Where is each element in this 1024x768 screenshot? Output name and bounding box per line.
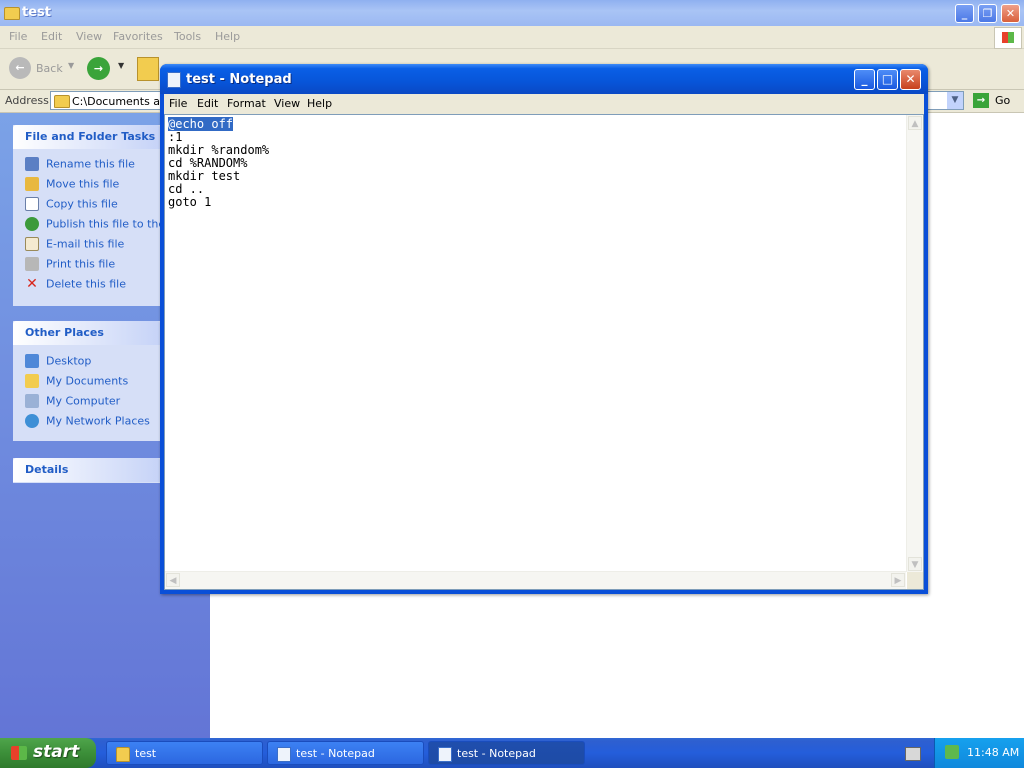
folder-icon [4,7,20,20]
print-icon [25,257,39,271]
notepad-menu-edit[interactable]: Edit [197,97,218,110]
notepad-maximize-button[interactable]: □ [877,69,898,90]
menu-view[interactable]: View [76,30,102,43]
taskbar-folder-icon [116,747,130,762]
rename-icon [25,157,39,171]
desktop-icon [25,354,39,368]
place-desktop[interactable]: Desktop [25,354,160,372]
menu-file[interactable]: File [9,30,27,43]
go-button[interactable]: Go [995,94,1010,107]
forward-arrow-icon[interactable]: → [87,57,110,80]
back-arrow-icon[interactable]: ← [9,57,31,79]
system-tray: 11:48 AM [934,738,1024,768]
remaining-text: :1 mkdir %random% cd %RANDOM% mkdir test… [168,130,270,209]
restore-button[interactable]: ❐ [978,4,997,23]
notepad-menu-file[interactable]: File [169,97,187,110]
forward-dropdown-icon[interactable]: ▼ [118,61,124,70]
windows-logo-icon [994,27,1022,49]
taskbar: start test test - Notepad test - Notepad… [0,738,1024,768]
scroll-up-icon[interactable]: ▲ [908,116,922,130]
details-title[interactable]: Details [13,458,160,482]
selected-text: @echo off [168,117,234,131]
notepad-content: @echo off :1 mkdir %random% cd %RANDOM% … [168,117,270,209]
menu-favorites[interactable]: Favorites [113,30,163,43]
task-email[interactable]: E-mail this file [25,237,160,255]
notepad-window: test - Notepad _ □ ✕ File Edit Format Vi… [160,64,928,594]
notepad-menu-help[interactable]: Help [307,97,332,110]
notepad-close-button[interactable]: ✕ [900,69,921,90]
notepad-menu-format[interactable]: Format [227,97,266,110]
task-delete[interactable]: ✕ Delete this file [25,277,160,295]
notepad-title-bar[interactable]: test - Notepad _ □ ✕ [160,64,928,94]
address-value: C:\Documents and [72,95,175,108]
task-rename[interactable]: Rename this file [25,157,160,175]
go-arrow-icon[interactable]: → [973,93,989,108]
minimize-button[interactable]: _ [955,4,974,23]
other-places-panel: Other Places Desktop My Documents My Com… [13,321,160,441]
up-folder-icon[interactable] [137,57,159,81]
task-print[interactable]: Print this file [25,257,160,275]
notepad-title: test - Notepad [186,72,292,87]
task-copy[interactable]: Copy this file [25,197,160,215]
scroll-right-icon[interactable]: ▶ [891,573,905,587]
taskbar-notepad-icon [438,747,452,762]
other-places-title[interactable]: Other Places [13,321,160,345]
my-computer-icon [25,394,39,408]
explorer-title-bar[interactable]: test _ ❐ ✕ [0,0,1024,26]
close-button[interactable]: ✕ [1001,4,1020,23]
details-panel: Details [13,458,160,483]
explorer-title: test [22,5,51,20]
notepad-text-area[interactable]: @echo off :1 mkdir %random% cd %RANDOM% … [164,114,924,590]
notepad-minimize-button[interactable]: _ [854,69,875,90]
my-documents-icon [25,374,39,388]
address-label: Address [5,94,49,107]
scroll-left-icon[interactable]: ◀ [166,573,180,587]
task-move[interactable]: Move this file [25,177,160,195]
network-tray-icon[interactable] [945,745,959,759]
address-dropdown-icon[interactable]: ▼ [947,92,963,109]
menu-tools[interactable]: Tools [174,30,201,43]
taskbar-button-notepad-1[interactable]: test - Notepad [267,741,424,765]
move-icon [25,177,39,191]
task-publish[interactable]: Publish this file to the W [25,217,160,235]
start-label: start [33,742,80,762]
size-grip[interactable] [907,572,923,589]
explorer-menubar: File Edit View Favorites Tools Help [0,26,1024,49]
place-my-documents[interactable]: My Documents [25,374,160,392]
back-dropdown-icon[interactable]: ▼ [68,61,74,70]
network-places-icon [25,414,39,428]
windows-flag-icon [11,746,27,760]
scroll-down-icon[interactable]: ▼ [908,557,922,571]
back-button-label[interactable]: Back [36,62,63,75]
notepad-menu-view[interactable]: View [274,97,300,110]
file-folder-tasks-title[interactable]: File and Folder Tasks [13,125,160,149]
place-my-computer[interactable]: My Computer [25,394,160,412]
taskbar-notepad-icon [277,747,291,762]
taskbar-button-notepad-2[interactable]: test - Notepad [428,741,585,765]
copy-icon [25,197,39,211]
notepad-menubar: File Edit Format View Help [164,94,924,114]
clock[interactable]: 11:48 AM [967,746,1019,759]
vertical-scrollbar[interactable]: ▲ ▼ [906,115,923,572]
address-folder-icon [54,95,70,108]
taskbar-button-explorer[interactable]: test [106,741,263,765]
place-network[interactable]: My Network Places [25,414,160,432]
horizontal-scrollbar[interactable]: ◀ ▶ [165,571,906,589]
notepad-icon [167,72,181,88]
menu-help[interactable]: Help [215,30,240,43]
email-icon [25,237,39,251]
keyboard-icon[interactable] [905,747,921,761]
publish-icon [25,217,39,231]
start-button[interactable]: start [0,738,96,768]
menu-edit[interactable]: Edit [41,30,62,43]
file-folder-tasks-panel: File and Folder Tasks Rename this file M… [13,125,160,306]
delete-icon: ✕ [26,277,38,292]
